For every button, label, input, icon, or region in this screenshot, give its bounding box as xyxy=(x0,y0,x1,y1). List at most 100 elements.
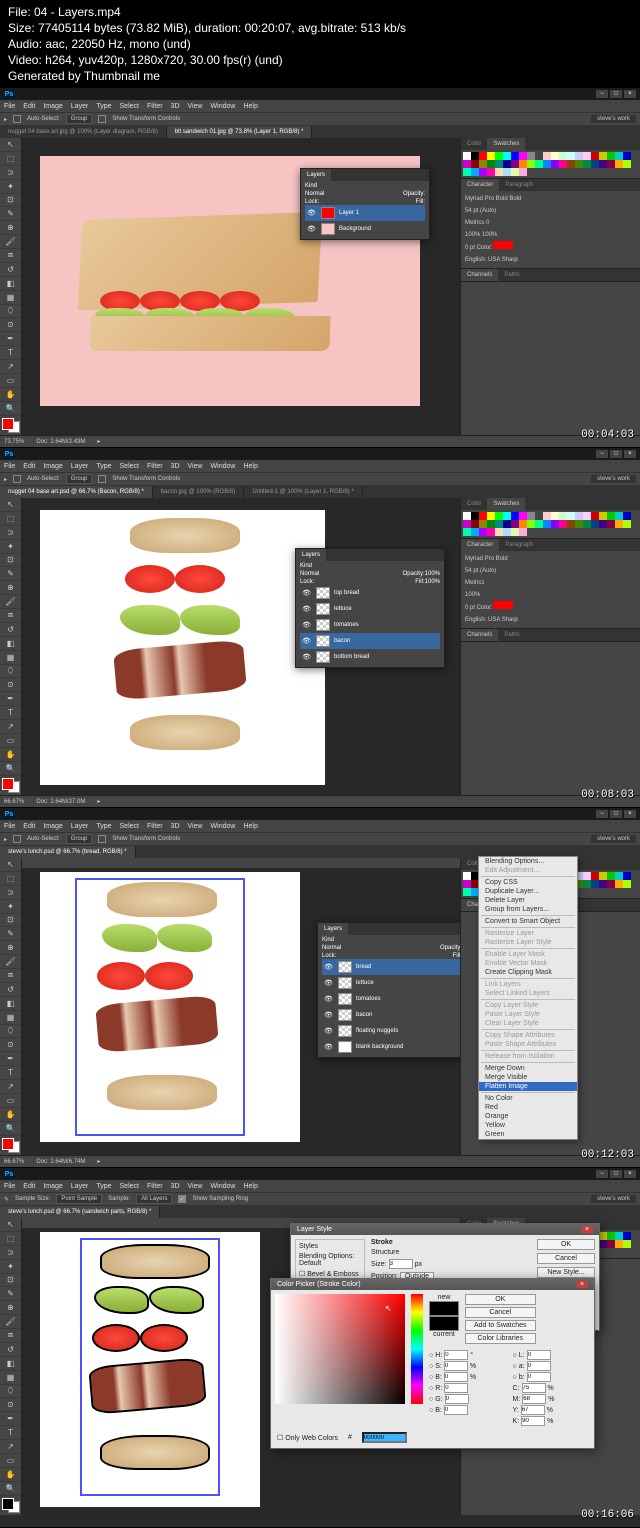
swatch[interactable] xyxy=(623,520,631,528)
swatch[interactable] xyxy=(559,520,567,528)
swatch[interactable] xyxy=(487,512,495,520)
swatch[interactable] xyxy=(471,160,479,168)
path-tool[interactable]: ↗ xyxy=(0,360,21,374)
swatch[interactable] xyxy=(479,512,487,520)
paths-tab[interactable]: Paths xyxy=(498,269,525,281)
swatch[interactable] xyxy=(615,160,623,168)
swatch[interactable] xyxy=(503,520,511,528)
layer-context-menu[interactable]: Blending Options... Edit Adjustment... C… xyxy=(478,856,578,1140)
swatches-tab[interactable]: Swatches xyxy=(487,138,525,150)
swatch[interactable] xyxy=(503,528,511,536)
swatch[interactable] xyxy=(495,520,503,528)
swatch[interactable] xyxy=(543,160,551,168)
swatch[interactable] xyxy=(591,520,599,528)
swatch[interactable] xyxy=(511,152,519,160)
swatch[interactable] xyxy=(463,512,471,520)
swatch[interactable] xyxy=(615,1232,623,1240)
swatch[interactable] xyxy=(551,512,559,520)
hex-input[interactable] xyxy=(362,1432,407,1443)
ok-button[interactable]: OK xyxy=(537,1239,595,1250)
cm-flatten[interactable]: Flatten Image xyxy=(479,1082,577,1091)
swatch[interactable] xyxy=(599,152,607,160)
swatch[interactable] xyxy=(583,160,591,168)
swatch[interactable] xyxy=(535,520,543,528)
swatch[interactable] xyxy=(623,1240,631,1248)
wand-tool[interactable]: ✦ xyxy=(0,180,21,194)
swatch[interactable] xyxy=(463,160,471,168)
menu-select[interactable]: Select xyxy=(120,103,139,110)
swatch[interactable] xyxy=(463,520,471,528)
swatch[interactable] xyxy=(623,160,631,168)
swatch[interactable] xyxy=(591,160,599,168)
heal-tool[interactable]: ⊕ xyxy=(0,221,21,235)
layer-row[interactable]: 👁Background xyxy=(305,221,425,237)
dodge-tool[interactable]: ⊙ xyxy=(0,318,21,332)
swatch[interactable] xyxy=(479,152,487,160)
swatch[interactable] xyxy=(535,160,543,168)
swatch[interactable] xyxy=(543,512,551,520)
auto-select-checkbox[interactable] xyxy=(13,115,21,123)
auto-select-dropdown[interactable]: Group xyxy=(66,114,93,124)
color-tab[interactable]: Color xyxy=(461,138,487,150)
swatch[interactable] xyxy=(463,168,471,176)
swatch[interactable] xyxy=(487,528,495,536)
swatch[interactable] xyxy=(551,152,559,160)
swatch[interactable] xyxy=(479,168,487,176)
swatch[interactable] xyxy=(615,512,623,520)
swatch[interactable] xyxy=(575,152,583,160)
swatch[interactable] xyxy=(567,520,575,528)
swatch[interactable] xyxy=(503,160,511,168)
swatch[interactable] xyxy=(551,520,559,528)
menu-edit[interactable]: Edit xyxy=(23,103,35,110)
hand-tool[interactable]: ✋ xyxy=(0,388,21,402)
swatch[interactable] xyxy=(527,152,535,160)
cm-blending[interactable]: Blending Options... xyxy=(479,857,577,866)
swatch[interactable] xyxy=(615,520,623,528)
lasso-tool[interactable]: ⊃ xyxy=(0,166,21,180)
crop-tool[interactable]: ⊡ xyxy=(0,194,21,208)
cancel-button[interactable]: Cancel xyxy=(537,1253,595,1264)
close-icon[interactable]: × xyxy=(581,1226,593,1233)
swatch[interactable] xyxy=(543,520,551,528)
swatch[interactable] xyxy=(471,528,479,536)
swatch[interactable] xyxy=(599,512,607,520)
swatch[interactable] xyxy=(607,152,615,160)
stamp-tool[interactable]: ⧈ xyxy=(0,249,21,263)
menu-filter[interactable]: Filter xyxy=(147,103,163,110)
swatch[interactable] xyxy=(591,872,599,880)
swatch[interactable] xyxy=(543,152,551,160)
swatch[interactable] xyxy=(519,528,527,536)
swatch[interactable] xyxy=(551,160,559,168)
picker-ok[interactable]: OK xyxy=(465,1294,536,1305)
hue-slider[interactable] xyxy=(411,1294,423,1404)
swatch[interactable] xyxy=(503,168,511,176)
swatch[interactable] xyxy=(511,528,519,536)
maximize-button[interactable]: □ xyxy=(610,90,622,98)
visibility-icon[interactable]: 👁 xyxy=(307,225,317,233)
swatch[interactable] xyxy=(583,872,591,880)
swatch[interactable] xyxy=(599,520,607,528)
swatch[interactable] xyxy=(495,528,503,536)
swatch[interactable] xyxy=(615,880,623,888)
swatch[interactable] xyxy=(479,160,487,168)
minimize-button[interactable]: − xyxy=(596,90,608,98)
swatch[interactable] xyxy=(463,528,471,536)
close-icon[interactable]: × xyxy=(576,1281,588,1288)
swatch[interactable] xyxy=(479,520,487,528)
swatch[interactable] xyxy=(559,152,567,160)
swatch[interactable] xyxy=(511,520,519,528)
swatch[interactable] xyxy=(567,152,575,160)
character-tab[interactable]: Character xyxy=(461,179,499,191)
menu-file[interactable]: File xyxy=(4,103,15,110)
move-tool[interactable]: ↖ xyxy=(0,138,21,152)
gradient-tool[interactable]: ▦ xyxy=(0,291,21,305)
swatch[interactable] xyxy=(607,1232,615,1240)
swatch[interactable] xyxy=(487,152,495,160)
swatch[interactable] xyxy=(623,1232,631,1240)
swatch[interactable] xyxy=(607,872,615,880)
swatch[interactable] xyxy=(615,1240,623,1248)
swatch[interactable] xyxy=(471,520,479,528)
doc-tab-active[interactable]: blt sandwich 01.jpg @ 73.8% (Layer 1, RG… xyxy=(167,126,313,138)
menu-layer[interactable]: Layer xyxy=(71,103,89,110)
swatch[interactable] xyxy=(511,160,519,168)
